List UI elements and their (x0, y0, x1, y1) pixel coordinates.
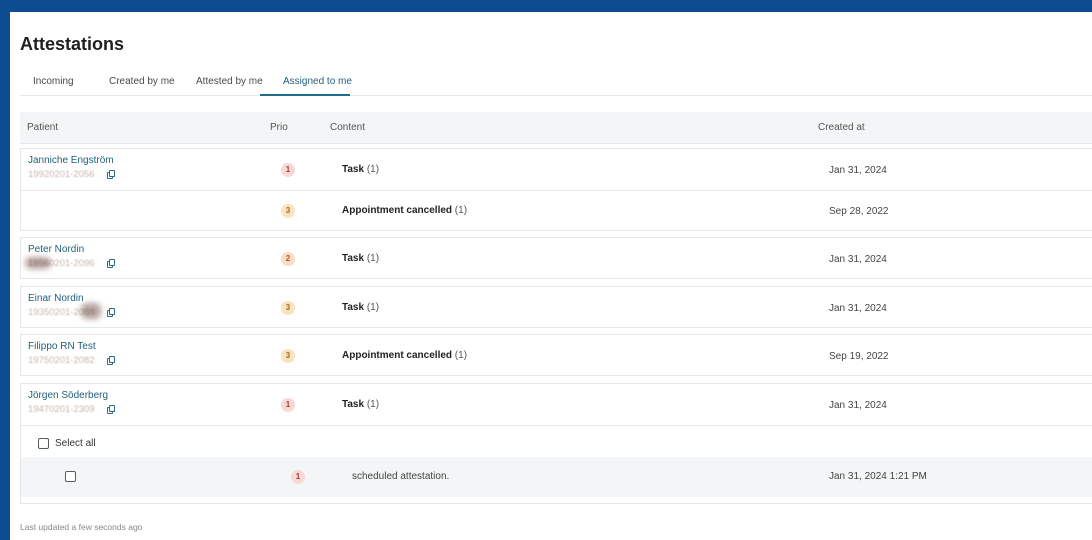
content-link[interactable]: Task (1) (342, 399, 379, 410)
created-at: Sep 28, 2022 (829, 206, 889, 217)
patient-name-link[interactable]: Peter Nordin (28, 244, 84, 255)
window-frame-left (0, 0, 10, 540)
tab-attested-by-me[interactable]: Attested by me (196, 76, 263, 87)
column-header-prio: Prio (270, 122, 288, 133)
created-at: Jan 31, 2024 (829, 165, 887, 176)
patient-name-link[interactable]: Janniche Engström (28, 155, 114, 166)
patient-group: Filippo RN Test 19750201-2082 3 Appointm… (20, 334, 1092, 376)
attestation-created-at: Jan 31, 2024 1:21 PM (829, 471, 927, 482)
patient-group-expanded: Jörgen Söderberg 19470201-2309 1 Task (1… (20, 383, 1092, 504)
prio-badge: 3 (281, 204, 295, 218)
patient-group: Janniche Engström 19920201-2056 1 Task (… (20, 148, 1092, 231)
created-at: Jan 31, 2024 (829, 400, 887, 411)
prio-badge: 3 (281, 349, 295, 363)
patient-id: 19470201-2309 (28, 404, 95, 415)
active-tab-indicator (260, 94, 350, 96)
content-link[interactable]: Task (1) (342, 302, 379, 313)
copy-icon[interactable] (107, 170, 115, 179)
prio-badge: 3 (281, 301, 295, 315)
window-frame-top (0, 0, 1092, 12)
redaction-blur (25, 257, 51, 269)
item-checkbox[interactable] (65, 471, 76, 482)
attestations-page: Attestations Incoming Created by me Atte… (10, 12, 1092, 540)
last-updated-status: Last updated a few seconds ago (20, 522, 143, 532)
copy-icon[interactable] (107, 356, 115, 365)
copy-icon[interactable] (107, 259, 115, 268)
patient-name-link[interactable]: Jörgen Söderberg (28, 390, 108, 401)
attestation-item-row[interactable]: 1 scheduled attestation. Jan 31, 2024 1:… (21, 457, 1092, 497)
table-header: Patient Prio Content Created at (20, 112, 1092, 144)
patient-name-link[interactable]: Filippo RN Test (28, 341, 96, 352)
copy-icon[interactable] (107, 405, 115, 414)
content-link[interactable]: Task (1) (342, 164, 379, 175)
column-header-content: Content (330, 122, 366, 133)
prio-badge: 1 (281, 398, 295, 412)
content-link[interactable]: Task (1) (342, 253, 379, 264)
patient-name-link[interactable]: Einar Nordin (28, 293, 84, 304)
row-divider (21, 425, 1092, 426)
page-title: Attestations (20, 34, 125, 54)
tab-created-by-me[interactable]: Created by me (109, 76, 175, 87)
copy-icon[interactable] (107, 308, 115, 317)
patient-group: Einar Nordin 19350201-2088 3 Task (1) Ja… (20, 286, 1092, 328)
content-link[interactable]: Appointment cancelled (1) (342, 350, 467, 361)
patient-id: 19920201-2056 (28, 169, 95, 180)
select-all-checkbox[interactable] (38, 438, 49, 449)
created-at: Jan 31, 2024 (829, 254, 887, 265)
prio-badge: 1 (281, 163, 295, 177)
column-header-patient: Patient (27, 122, 59, 133)
created-at: Jan 31, 2024 (829, 303, 887, 314)
tab-bar: Incoming Created by me Attested by me As… (20, 72, 1092, 96)
patient-id: 19750201-2082 (28, 355, 95, 366)
prio-badge: 1 (291, 470, 305, 484)
patient-group: Peter Nordin 19560201-2096 2 Task (1) Ja… (20, 237, 1092, 279)
prio-badge: 2 (281, 252, 295, 266)
content-link[interactable]: Appointment cancelled (1) (342, 205, 467, 216)
attestation-description: scheduled attestation. (352, 471, 450, 482)
created-at: Sep 19, 2022 (829, 351, 889, 362)
row-divider (21, 190, 1092, 191)
select-all-label[interactable]: Select all (55, 438, 96, 449)
redaction-blur (81, 303, 101, 319)
column-header-created-at: Created at (818, 122, 865, 133)
tab-incoming[interactable]: Incoming (33, 76, 74, 87)
tab-assigned-to-me[interactable]: Assigned to me (283, 76, 352, 87)
